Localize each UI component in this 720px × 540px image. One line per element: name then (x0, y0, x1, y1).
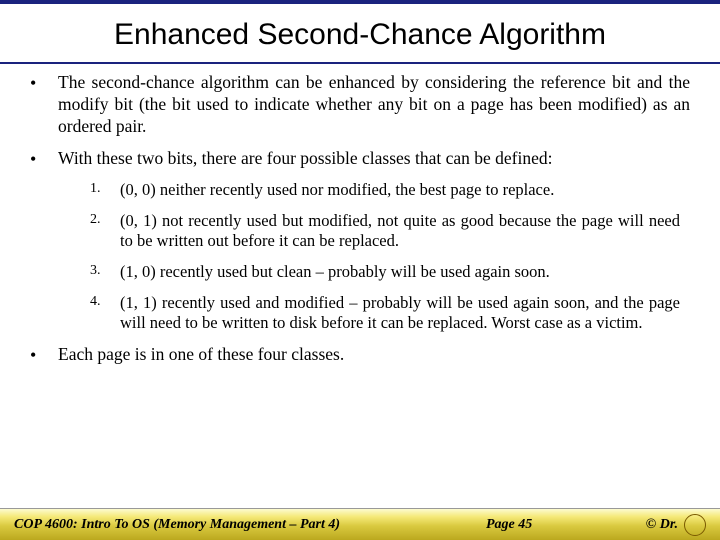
item-text: (0, 0) neither recently used nor modifie… (120, 180, 554, 201)
item-number: 3. (90, 262, 120, 283)
footer-credit-text: © Dr. (646, 517, 678, 533)
list-item: 1. (0, 0) neither recently used nor modi… (90, 180, 680, 201)
bullet-text: Each page is in one of these four classe… (58, 344, 344, 367)
item-number: 4. (90, 293, 120, 334)
slide-content: • The second-chance algorithm can be enh… (0, 72, 720, 540)
bullet-dot: • (30, 148, 58, 171)
item-number: 2. (90, 211, 120, 252)
slide-footer: COP 4600: Intro To OS (Memory Management… (0, 508, 720, 540)
list-item: 2. (0, 1) not recently used but modified… (90, 211, 680, 252)
footer-page: Page 45 (486, 517, 626, 533)
footer-credit: © Dr. (626, 514, 706, 536)
list-item: 4. (1, 1) recently used and modified – p… (90, 293, 680, 334)
bullet-2: • With these two bits, there are four po… (30, 148, 690, 171)
item-text: (0, 1) not recently used but modified, n… (120, 211, 680, 252)
bullet-dot: • (30, 344, 58, 367)
bullet-1: • The second-chance algorithm can be enh… (30, 72, 690, 138)
bullet-3: • Each page is in one of these four clas… (30, 344, 690, 367)
bullet-dot: • (30, 72, 58, 138)
item-text: (1, 0) recently used but clean – probabl… (120, 262, 550, 283)
title-rule (0, 62, 720, 64)
slide-title: Enhanced Second-Chance Algorithm (0, 4, 720, 58)
numbered-list: 1. (0, 0) neither recently used nor modi… (30, 180, 690, 334)
item-number: 1. (90, 180, 120, 201)
slide: Enhanced Second-Chance Algorithm • The s… (0, 0, 720, 540)
list-item: 3. (1, 0) recently used but clean – prob… (90, 262, 680, 283)
item-text: (1, 1) recently used and modified – prob… (120, 293, 680, 334)
ucf-logo-icon (684, 514, 706, 536)
footer-course: COP 4600: Intro To OS (Memory Management… (14, 517, 486, 533)
bullet-text: With these two bits, there are four poss… (58, 148, 553, 171)
bullet-text: The second-chance algorithm can be enhan… (58, 72, 690, 138)
